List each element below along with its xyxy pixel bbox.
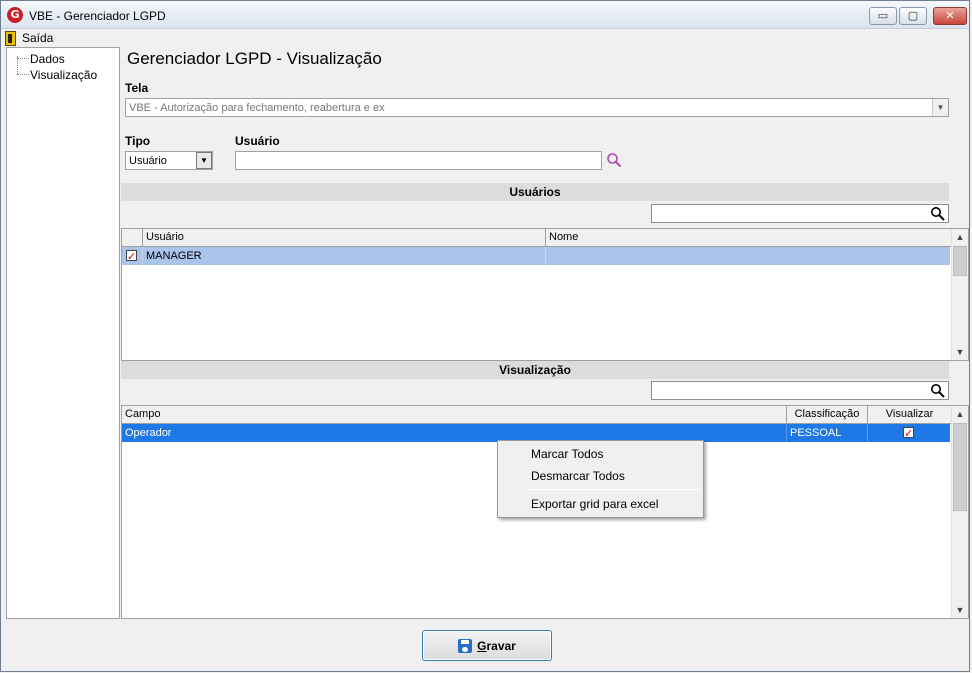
table-row[interactable]: MANAGER bbox=[122, 247, 950, 266]
menu-item-desmarcar-todos[interactable]: Desmarcar Todos bbox=[499, 465, 702, 487]
minimize-button[interactable]: ▭ bbox=[869, 7, 897, 25]
save-button-label: Gravar bbox=[477, 639, 516, 653]
usuarios-grid: Usuário Nome MANAGER ▲ ▼ bbox=[121, 228, 969, 361]
scroll-down-icon[interactable]: ▼ bbox=[952, 602, 968, 618]
search-icon[interactable] bbox=[930, 206, 946, 222]
row-check-cell[interactable] bbox=[122, 247, 143, 266]
menu-item-exportar-excel[interactable]: Exportar grid para excel bbox=[499, 493, 702, 515]
tree-branch-line bbox=[17, 58, 29, 59]
cell-nome bbox=[546, 247, 950, 265]
usuarios-section-header: Usuários bbox=[121, 183, 949, 201]
visualizacao-search-input[interactable] bbox=[651, 381, 949, 400]
usuario-input[interactable] bbox=[235, 151, 602, 170]
scroll-down-icon[interactable]: ▼ bbox=[952, 344, 968, 360]
scroll-up-icon[interactable]: ▲ bbox=[952, 229, 968, 245]
maximize-button[interactable]: ▢ bbox=[899, 7, 927, 25]
floppy-disk-icon bbox=[458, 638, 473, 653]
tipo-select[interactable]: Usuário ▼ bbox=[125, 151, 213, 170]
tree-item-label: Visualização bbox=[30, 67, 98, 82]
tipo-select-value: Usuário bbox=[129, 154, 167, 167]
menu-separator bbox=[528, 489, 700, 490]
menu-exit[interactable]: Saída bbox=[5, 30, 53, 46]
navigation-tree: Dados Visualização bbox=[6, 47, 120, 619]
menu-exit-label: Saída bbox=[22, 31, 54, 45]
search-icon[interactable] bbox=[930, 383, 946, 399]
main-panel: Gerenciador LGPD - Visualização Tela VBE… bbox=[121, 47, 969, 627]
exit-door-icon bbox=[5, 30, 16, 46]
column-header-campo[interactable]: Campo bbox=[122, 406, 787, 424]
tipo-label: Tipo bbox=[125, 134, 151, 148]
visualizar-checkbox[interactable] bbox=[903, 425, 914, 443]
visualizacao-scrollbar[interactable]: ▲ ▼ bbox=[951, 406, 968, 618]
save-label-rest: ravar bbox=[486, 638, 516, 653]
cell-classificacao: PESSOAL bbox=[787, 424, 868, 442]
cell-usuario: MANAGER bbox=[143, 247, 546, 265]
save-button[interactable]: Gravar bbox=[422, 630, 552, 661]
app-logo-icon: G bbox=[7, 7, 23, 23]
tela-label: Tela bbox=[125, 81, 149, 95]
scroll-thumb[interactable] bbox=[953, 246, 967, 276]
tree-item-dados[interactable]: Dados bbox=[17, 51, 65, 66]
chevron-down-icon[interactable]: ▼ bbox=[196, 152, 212, 169]
tree-item-label: Dados bbox=[30, 51, 65, 66]
search-user-icon[interactable] bbox=[606, 152, 622, 168]
column-header-classificacao[interactable]: Classificação bbox=[787, 406, 868, 424]
menu-bar: Saída bbox=[1, 29, 969, 47]
tree-branch-line bbox=[17, 74, 29, 75]
window-title: VBE - Gerenciador LGPD bbox=[29, 9, 166, 23]
tela-select-value: VBE - Autorização para fechamento, reabe… bbox=[129, 101, 385, 114]
menu-item-marcar-todos[interactable]: Marcar Todos bbox=[499, 443, 702, 465]
column-header-check bbox=[122, 229, 143, 247]
visualizacao-section-header: Visualização bbox=[121, 361, 949, 379]
column-header-nome[interactable]: Nome bbox=[546, 229, 952, 247]
scroll-up-icon[interactable]: ▲ bbox=[952, 406, 968, 422]
column-header-usuario[interactable]: Usuário bbox=[143, 229, 546, 247]
usuarios-grid-header: Usuário Nome bbox=[122, 229, 952, 247]
usuarios-scrollbar[interactable]: ▲ ▼ bbox=[951, 229, 968, 360]
context-menu: Marcar Todos Desmarcar Todos Exportar gr… bbox=[497, 440, 704, 518]
title-bar[interactable]: G VBE - Gerenciador LGPD ▭ ▢ ✕ bbox=[1, 1, 969, 29]
tela-select[interactable]: VBE - Autorização para fechamento, reabe… bbox=[125, 98, 949, 117]
page-title: Gerenciador LGPD - Visualização bbox=[127, 49, 382, 68]
usuario-label: Usuário bbox=[235, 134, 280, 148]
tree-item-visualizacao[interactable]: Visualização bbox=[17, 67, 97, 82]
column-header-visualizar[interactable]: Visualizar bbox=[868, 406, 952, 424]
close-button[interactable]: ✕ bbox=[933, 7, 967, 25]
visualizacao-grid-header: Campo Classificação Visualizar bbox=[122, 406, 952, 424]
scroll-thumb[interactable] bbox=[953, 423, 967, 511]
app-window: G VBE - Gerenciador LGPD ▭ ▢ ✕ Saída Dad… bbox=[0, 0, 970, 672]
row-checkbox[interactable] bbox=[126, 248, 137, 266]
chevron-down-icon[interactable]: ▼ bbox=[932, 99, 948, 116]
cell-visualizar[interactable] bbox=[868, 424, 950, 443]
usuarios-search-input[interactable] bbox=[651, 204, 949, 223]
